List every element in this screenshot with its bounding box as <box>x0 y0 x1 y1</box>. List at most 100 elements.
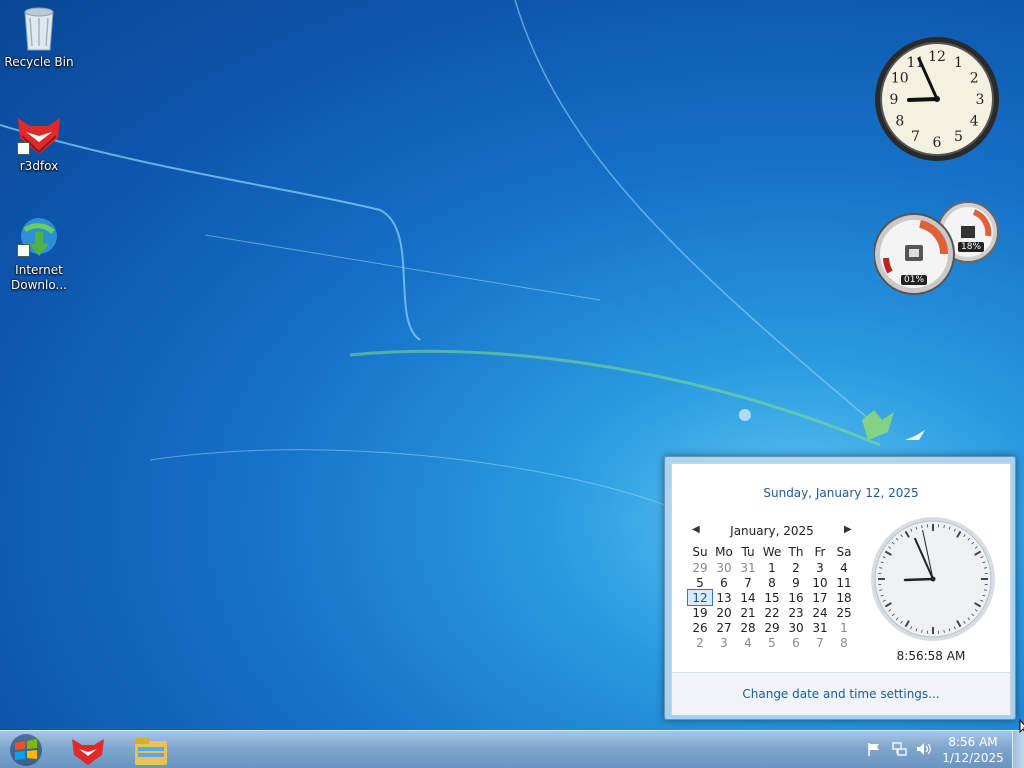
calendar-day[interactable]: 4 <box>832 560 856 575</box>
taskbar-explorer-button[interactable] <box>122 733 178 767</box>
calendar-day[interactable]: 25 <box>832 605 856 620</box>
recycle-bin-icon <box>24 7 54 51</box>
volume-icon[interactable] <box>915 741 931 757</box>
calendar-day-other-month[interactable]: 1 <box>832 620 856 635</box>
clock-numeral: 9 <box>890 92 899 108</box>
clock-numeral: 6 <box>933 135 942 151</box>
calendar-day-today[interactable]: 12 <box>687 589 713 606</box>
calendar-day-other-month[interactable]: 30 <box>712 560 736 575</box>
clock-numeral: 3 <box>976 92 985 108</box>
calendar-day[interactable]: 23 <box>784 605 808 620</box>
show-desktop-button[interactable] <box>1012 731 1024 768</box>
taskbar: 8:56 AM 1/12/2025 <box>0 730 1024 768</box>
start-button[interactable] <box>6 733 46 767</box>
calendar-week-row: 26 27 28 29 30 31 1 <box>688 620 856 635</box>
change-date-time-settings-link[interactable]: Change date and time settings... <box>672 687 1010 701</box>
shortcut-arrow-icon <box>17 142 30 155</box>
clock-numeral: 1 <box>954 55 963 71</box>
calendar-day[interactable]: 28 <box>736 620 760 635</box>
calendar-day[interactable]: 3 <box>808 560 832 575</box>
calendar-day[interactable]: 6 <box>712 575 736 590</box>
r3dfox-icon <box>72 739 104 765</box>
calendar-grid: Su Mo Tu We Th Fr Sa 29 30 31 1 2 3 4 5 6 7 8 9 10 11 12 13 14… <box>687 544 856 650</box>
calendar-day-other-month[interactable]: 7 <box>808 635 832 650</box>
calendar-week-row: 12 13 14 15 16 17 18 <box>687 589 856 606</box>
calendar-day[interactable]: 30 <box>784 620 808 635</box>
calendar-day[interactable]: 8 <box>760 575 784 590</box>
file-explorer-icon <box>135 738 167 765</box>
calendar-day-other-month[interactable]: 8 <box>832 635 856 650</box>
calendar-day[interactable]: 1 <box>760 560 784 575</box>
next-month-button[interactable]: ▶ <box>844 524 852 535</box>
calendar-day-other-month[interactable]: 29 <box>688 560 712 575</box>
calendar-day[interactable]: 18 <box>832 590 856 605</box>
calendar-day[interactable]: 17 <box>808 590 832 605</box>
calendar-day[interactable]: 5 <box>688 575 712 590</box>
clock-numeral: 8 <box>895 114 904 130</box>
calendar-month-label[interactable]: January, 2025 <box>722 524 822 538</box>
weekday-header: Th <box>788 545 804 559</box>
calendar-day[interactable]: 14 <box>736 590 760 605</box>
calendar-day[interactable]: 2 <box>784 560 808 575</box>
calendar-day[interactable]: 15 <box>760 590 784 605</box>
weekday-header: We <box>762 545 782 559</box>
calendar-day[interactable]: 31 <box>808 620 832 635</box>
flyout-footer: Change date and time settings... <box>672 672 1010 715</box>
desktop-icon-r3dfox[interactable]: r3dfox <box>1 112 77 174</box>
calendar-day[interactable]: 11 <box>832 575 856 590</box>
calendar-day-other-month[interactable]: 31 <box>736 560 760 575</box>
desktop-icon-internet-download-manager[interactable]: Internet Downlo... <box>1 214 77 293</box>
calendar-week-row: 5 6 7 8 9 10 11 <box>688 575 856 590</box>
calendar-day[interactable]: 24 <box>808 605 832 620</box>
calendar-day[interactable]: 13 <box>712 590 736 605</box>
memory-usage-value: 18% <box>958 242 985 252</box>
desktop-icon-label-line2: Downlo... <box>11 278 67 292</box>
mouse-cursor-icon <box>1019 719 1024 734</box>
calendar-day-other-month[interactable]: 4 <box>736 635 760 650</box>
calendar-week-row: 19 20 21 22 23 24 25 <box>688 605 856 620</box>
calendar-day[interactable]: 16 <box>784 590 808 605</box>
taskbar-time: 8:56 AM <box>948 735 998 749</box>
calendar-day[interactable]: 26 <box>688 620 712 635</box>
cpu-meter-gadget[interactable]: 01% 18% <box>873 200 1002 299</box>
calendar-day[interactable]: 20 <box>712 605 736 620</box>
action-center-flag-icon[interactable] <box>866 741 882 757</box>
flyout-panel: Sunday, January 12, 2025 ◀ January, 2025… <box>671 463 1011 715</box>
clock-numeral: 12 <box>928 49 946 65</box>
calendar-day[interactable]: 10 <box>808 575 832 590</box>
taskbar-date: 1/12/2025 <box>942 751 1004 765</box>
clock-numeral: 5 <box>954 129 963 145</box>
clock-numeral: 10 <box>891 71 909 87</box>
calendar-day-other-month[interactable]: 3 <box>712 635 736 650</box>
weekday-header: Tu <box>741 545 755 559</box>
calendar-day-other-month[interactable]: 6 <box>784 635 808 650</box>
calendar-day[interactable]: 22 <box>760 605 784 620</box>
windows-logo-icon <box>10 734 42 766</box>
analog-clock <box>871 517 995 641</box>
calendar-day-other-month[interactable]: 2 <box>688 635 712 650</box>
calendar-day[interactable]: 19 <box>688 605 712 620</box>
previous-month-button[interactable]: ◀ <box>692 524 700 535</box>
cpu-usage-value: 01% <box>901 275 928 285</box>
desktop-icon-label-line1: Internet <box>15 263 63 277</box>
calendar-day[interactable]: 21 <box>736 605 760 620</box>
calendar-week-row: 2345678 <box>688 635 856 650</box>
clock-numeral: 4 <box>970 114 979 130</box>
desktop-icon-recycle-bin[interactable]: Recycle Bin <box>1 6 77 70</box>
network-icon[interactable] <box>891 741 907 757</box>
calendar-day[interactable]: 9 <box>784 575 808 590</box>
clock-gadget[interactable]: 12 1 2 3 4 5 6 7 8 9 10 11 <box>874 36 1000 165</box>
calendar-day[interactable]: 7 <box>736 575 760 590</box>
digital-time: 8:56:58 AM <box>896 649 966 663</box>
shortcut-arrow-icon <box>17 244 30 257</box>
date-time-flyout: Sunday, January 12, 2025 ◀ January, 2025… <box>664 456 1016 720</box>
calendar-day[interactable]: 27 <box>712 620 736 635</box>
taskbar-clock[interactable]: 8:56 AM 1/12/2025 <box>940 734 1006 766</box>
calendar-day-other-month[interactable]: 5 <box>760 635 784 650</box>
weekday-header: Su <box>692 545 708 559</box>
calendar-day[interactable]: 29 <box>760 620 784 635</box>
taskbar-r3dfox-button[interactable] <box>60 733 116 767</box>
desktop-icon-label: r3dfox <box>19 159 59 173</box>
long-date-link[interactable]: Sunday, January 12, 2025 <box>672 486 1010 500</box>
weekday-header: Mo <box>715 545 733 559</box>
